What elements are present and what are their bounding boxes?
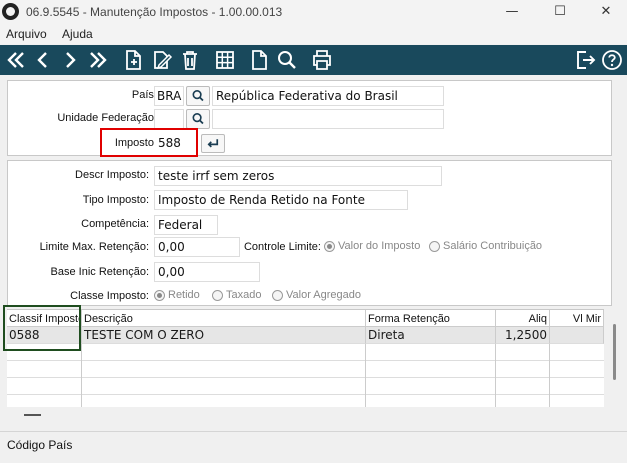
limite-label: Limite Max. Retenção: <box>39 241 149 253</box>
uf-label: Unidade Federação: <box>57 112 157 124</box>
classe-label: Classe Imposto: <box>70 290 149 302</box>
window-title: 06.9.5545 - Manutenção Impostos - 1.00.0… <box>26 5 283 19</box>
empty-rows <box>7 344 604 408</box>
document-icon[interactable] <box>247 48 271 72</box>
imposto-enter-button[interactable] <box>201 134 225 153</box>
horizontal-scrollbar[interactable] <box>7 407 604 425</box>
previous-icon[interactable] <box>31 48 55 72</box>
status-text: Código País <box>7 438 73 452</box>
vertical-scrollbar[interactable] <box>608 309 620 407</box>
imposto-input[interactable]: 588 <box>154 133 194 153</box>
controle-radio-salario-dot <box>429 240 440 252</box>
competencia-label: Competência: <box>81 218 149 230</box>
maximize-button[interactable]: ☐ <box>537 0 583 24</box>
cell-descricao: TESTE COM O ZERO <box>82 327 366 344</box>
col-forma-retencao[interactable]: Forma Retenção <box>366 310 496 327</box>
descr-label: Descr Imposto: <box>75 169 149 181</box>
print-icon[interactable] <box>310 48 334 72</box>
new-icon[interactable] <box>121 48 145 72</box>
toolbar <box>0 45 627 75</box>
controle-radio-salario[interactable]: Salário Contribuição <box>429 240 542 252</box>
col-divider <box>495 344 496 408</box>
descr-input[interactable]: teste irrf sem zeros <box>154 166 442 186</box>
classe-radio-retido[interactable]: Retido <box>154 289 200 301</box>
edit-icon[interactable] <box>150 48 174 72</box>
col-divider <box>549 344 550 408</box>
scrollbar-thumb[interactable] <box>613 324 616 380</box>
col-divider <box>81 344 82 408</box>
minimize-button[interactable]: — <box>489 0 535 24</box>
limite-input[interactable]: 0,00 <box>154 237 240 257</box>
last-icon[interactable] <box>86 48 110 72</box>
controle-radio-valor-label: Valor do Imposto <box>338 240 421 252</box>
classif-highlight-box <box>3 305 81 351</box>
base-label: Base Inic Retenção: <box>50 266 149 278</box>
competencia-input[interactable]: Federal <box>154 215 218 235</box>
title-bar: 06.9.5545 - Manutenção Impostos - 1.00.0… <box>0 0 627 24</box>
classe-radio-taxado[interactable]: Taxado <box>212 289 261 301</box>
app-logo-icon <box>2 3 19 20</box>
close-button[interactable]: ✕ <box>583 0 627 24</box>
h-scrollbar-thumb[interactable] <box>24 414 41 416</box>
classe-radio-retido-dot <box>154 289 165 301</box>
classe-radio-valor-agregado[interactable]: Valor Agregado <box>272 289 361 301</box>
status-bar: Código País <box>0 431 627 463</box>
col-vl-min[interactable]: Vl Mir <box>550 310 604 327</box>
exit-icon[interactable] <box>573 48 597 72</box>
classe-radio-taxado-dot <box>212 289 223 301</box>
controle-label: Controle Limite: <box>243 241 321 253</box>
controle-radio-salario-label: Salário Contribuição <box>443 240 543 252</box>
cell-forma-retencao: Direta <box>366 327 496 344</box>
col-descricao[interactable]: Descrição <box>82 310 366 327</box>
pais-name-field: República Federativa do Brasil <box>212 86 444 106</box>
tipo-input[interactable]: Imposto de Renda Retido na Fonte <box>154 190 408 210</box>
grid-icon[interactable] <box>213 48 237 72</box>
classe-radio-valor-agregado-dot <box>272 289 283 301</box>
uf-name-field <box>212 109 444 129</box>
first-icon[interactable] <box>4 48 28 72</box>
pais-code-input[interactable]: BRA <box>154 86 184 106</box>
classe-radio-taxado-label: Taxado <box>226 289 262 301</box>
menu-bar: Arquivo Ajuda <box>0 24 627 44</box>
uf-code-input[interactable] <box>154 109 184 129</box>
uf-search-button[interactable] <box>186 109 210 129</box>
base-input[interactable]: 0,00 <box>154 262 260 282</box>
impostos-grid: Classif Imposto Descrição Forma Retenção… <box>3 305 604 408</box>
col-divider <box>365 344 366 408</box>
classe-radio-valor-agregado-label: Valor Agregado <box>286 289 362 301</box>
pais-search-button[interactable] <box>186 86 210 106</box>
classe-radio-retido-label: Retido <box>168 289 200 301</box>
table-row[interactable]: 0588 TESTE COM O ZERO Direta 1,2500 <box>7 327 604 344</box>
controle-radio-valor-dot <box>324 240 335 252</box>
col-aliq[interactable]: Aliq <box>496 310 550 327</box>
menu-arquivo[interactable]: Arquivo <box>6 27 47 41</box>
menu-ajuda[interactable]: Ajuda <box>62 27 93 41</box>
filter-panel: País: BRA República Federativa do Brasil… <box>7 80 612 157</box>
cell-aliq: 1,2500 <box>496 327 550 344</box>
search-icon[interactable] <box>275 48 299 72</box>
cell-vl-min <box>550 327 604 344</box>
detail-panel: Descr Imposto: teste irrf sem zeros Tipo… <box>7 160 612 306</box>
tipo-label: Tipo Imposto: <box>82 194 149 206</box>
controle-radio-valor[interactable]: Valor do Imposto <box>324 240 420 252</box>
delete-icon[interactable] <box>178 48 202 72</box>
imposto-label: Imposto: <box>114 137 157 149</box>
help-icon[interactable] <box>600 48 624 72</box>
next-icon[interactable] <box>58 48 82 72</box>
